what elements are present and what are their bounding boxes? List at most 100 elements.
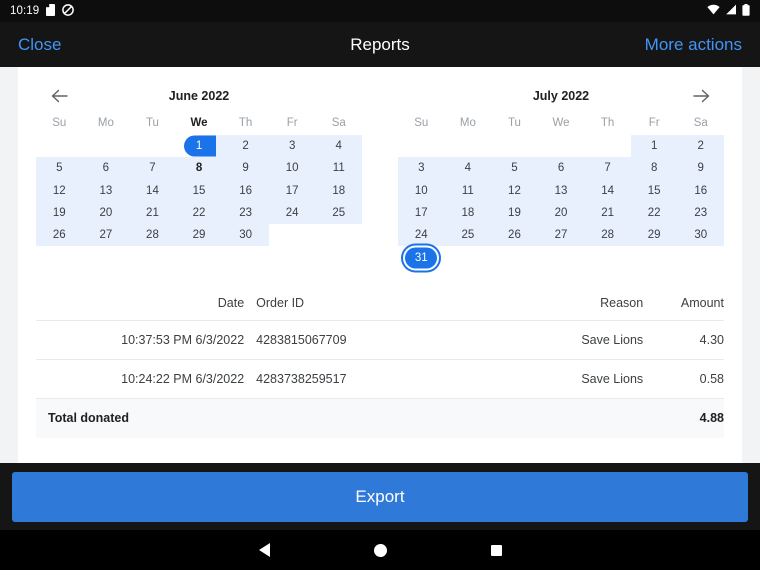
day-number: 7 [149,162,156,175]
day-cell[interactable]: 17 [268,179,316,202]
close-button[interactable]: Close [18,35,61,55]
day-cell[interactable]: 22 [630,201,678,225]
triangle-back-icon[interactable] [258,543,270,557]
day-cell[interactable]: 7 [584,157,631,180]
day-cell-today[interactable]: 8 [175,157,223,180]
day-number: 16 [694,184,708,197]
weekday-header-july: Su Mo Tu We Th Fr Sa [398,111,724,135]
export-button[interactable]: Export [12,471,748,522]
day-cell[interactable]: 4 [444,157,492,180]
wifi-icon [707,4,720,18]
day-cell[interactable]: 26 [491,224,538,247]
day-cell[interactable]: 11 [315,157,363,180]
day-cell[interactable]: 5 [491,157,538,180]
day-cell[interactable]: 20 [82,201,130,225]
day-cell[interactable]: 11 [444,179,492,202]
day-cell[interactable]: 19 [491,201,538,225]
cell-date: 10:24:22 PM 6/3/2022 [121,371,245,386]
square-recents-icon[interactable] [490,544,502,556]
day-number: 30 [694,229,708,242]
day-cell[interactable]: 13 [537,179,585,202]
arrow-right-icon[interactable] [688,83,714,109]
day-cell[interactable]: 27 [82,224,130,247]
arrow-left-icon[interactable] [46,83,72,109]
day-cell[interactable]: 20 [537,201,585,225]
status-bar-left: 10:19 [10,3,75,19]
day-cell-selected-start[interactable]: 1 [175,135,223,158]
date-range-picker[interactable]: June 2022 Su Mo Tu We Th Fr Sa 1 2 3 4 5… [18,67,742,269]
day-number: 10 [285,162,299,175]
day-cell-empty [315,224,362,246]
day-cell[interactable]: 26 [36,224,83,247]
day-cell[interactable]: 24 [398,224,445,247]
day-cell[interactable]: 29 [175,224,223,247]
day-cell[interactable]: 22 [175,201,223,225]
scroll-area[interactable]: June 2022 Su Mo Tu We Th Fr Sa 1 2 3 4 5… [0,67,760,463]
day-cell[interactable]: 30 [677,224,725,247]
day-cell[interactable]: 18 [444,201,492,225]
day-cell[interactable]: 2 [677,135,725,158]
day-cell[interactable]: 14 [584,179,631,202]
day-cell[interactable]: 10 [398,179,445,202]
day-cell[interactable]: 7 [129,157,176,180]
calendar-week-row: 17 18 19 20 21 22 23 [398,201,725,225]
day-cell[interactable]: 24 [268,201,316,225]
day-cell[interactable]: 2 [222,135,269,158]
day-cell[interactable]: 9 [222,157,269,180]
day-cell[interactable]: 23 [222,201,269,225]
day-cell[interactable]: 21 [129,201,176,225]
day-cell[interactable]: 19 [36,201,83,225]
day-cell[interactable]: 18 [315,179,363,202]
day-cell[interactable]: 13 [82,179,130,202]
day-cell[interactable]: 9 [677,157,725,180]
day-cell[interactable]: 25 [444,224,492,247]
day-number: 9 [697,162,704,175]
day-cell[interactable]: 4 [315,135,363,158]
day-number: 17 [285,184,299,197]
day-number: 11 [332,162,345,175]
cell-order-id: 4283738259517 [256,371,347,386]
day-cell[interactable]: 12 [491,179,538,202]
weekday-we: We [190,117,208,129]
day-number: 17 [414,207,428,220]
day-cell[interactable]: 12 [36,179,83,202]
day-cell[interactable]: 3 [268,135,316,158]
day-number: 8 [650,162,658,175]
day-cell[interactable]: 16 [222,179,269,202]
day-cell[interactable]: 29 [630,224,678,247]
more-actions-button[interactable]: More actions [645,35,742,55]
table-row[interactable]: 10:37:53 PM 6/3/2022 4283815067709 Save … [36,321,724,360]
day-cell[interactable]: 23 [677,201,725,225]
day-cell-empty [538,135,585,157]
day-cell-empty [584,135,631,157]
cell-reason: Save Lions [581,332,644,347]
cell-date: 10:37:53 PM 6/3/2022 [121,332,245,347]
day-cell-selected-end[interactable]: 31 [398,246,445,269]
day-cell[interactable]: 3 [398,157,445,180]
day-cell[interactable]: 15 [630,179,678,202]
save-disk-icon [46,3,56,19]
day-number: 2 [242,140,249,153]
day-number: 15 [192,184,206,197]
day-cell[interactable]: 6 [537,157,585,180]
day-cell[interactable]: 17 [398,201,445,225]
day-cell[interactable]: 8 [630,157,678,180]
circle-home-icon[interactable] [373,543,387,557]
calendar-week-row: 1 2 3 4 [36,135,363,158]
day-cell[interactable]: 15 [175,179,223,202]
day-cell[interactable]: 5 [36,157,83,180]
day-cell[interactable]: 30 [222,224,269,247]
cell-amount: 0.58 [699,371,724,386]
day-cell[interactable]: 1 [630,135,678,158]
weekday-su: Su [414,117,429,129]
day-cell[interactable]: 27 [537,224,585,247]
day-cell[interactable]: 10 [268,157,316,180]
table-row[interactable]: 10:24:22 PM 6/3/2022 4283738259517 Save … [36,360,724,399]
day-cell[interactable]: 28 [584,224,631,247]
day-cell[interactable]: 14 [129,179,176,202]
day-cell[interactable]: 28 [129,224,176,247]
day-cell[interactable]: 16 [677,179,725,202]
day-cell[interactable]: 21 [584,201,631,225]
day-cell[interactable]: 25 [315,201,363,225]
day-cell[interactable]: 6 [82,157,130,180]
